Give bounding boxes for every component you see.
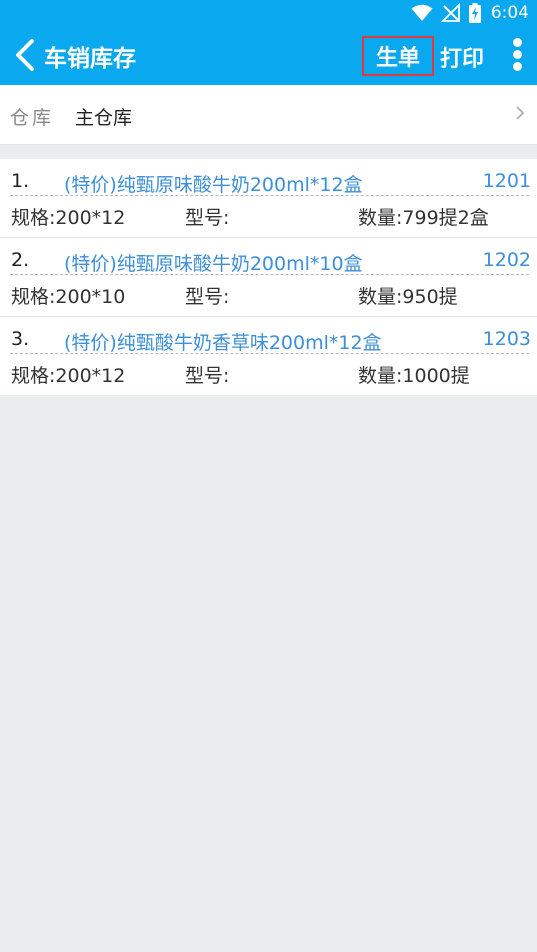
more-vert-icon [508, 38, 526, 71]
item-index: 1. [11, 170, 30, 192]
item-spec: 规格:200*10 [11, 286, 126, 308]
list-item[interactable]: 1. (特价)纯甄原味酸牛奶200ml*12盒 1201 规格:200*12 型… [0, 159, 537, 238]
item-spec: 规格:200*12 [11, 365, 126, 387]
status-time: 6:04 [490, 3, 529, 23]
divider [10, 274, 529, 275]
item-name: (特价)纯甄原味酸牛奶200ml*12盒 [64, 174, 363, 196]
inventory-list: 1. (特价)纯甄原味酸牛奶200ml*12盒 1201 规格:200*12 型… [0, 159, 537, 395]
print-button[interactable]: 打印 [440, 41, 484, 73]
chevron-right-icon [515, 105, 525, 125]
generate-order-button[interactable]: 生单 [362, 36, 434, 76]
item-code: 1203 [482, 328, 531, 350]
warehouse-value: 主仓库 [75, 107, 133, 129]
back-button[interactable] [12, 38, 38, 72]
divider [10, 353, 529, 354]
item-code: 1201 [482, 170, 531, 192]
list-item[interactable]: 3. (特价)纯甄酸牛奶香草味200ml*12盒 1203 规格:200*12 … [0, 317, 537, 395]
app-bar: 车销库存 生单 打印 [0, 26, 537, 85]
item-spec: 规格:200*12 [11, 207, 126, 229]
battery-charging-icon [468, 3, 481, 23]
item-name: (特价)纯甄原味酸牛奶200ml*10盒 [64, 253, 363, 275]
item-quantity: 数量:1000提 [358, 365, 470, 387]
warehouse-label: 仓库 [10, 107, 55, 129]
item-quantity: 数量:799提2盒 [358, 207, 489, 229]
wifi-icon [411, 4, 433, 22]
more-options-button[interactable] [508, 38, 526, 74]
item-quantity: 数量:950提 [358, 286, 458, 308]
item-model: 型号: [185, 207, 230, 229]
warehouse-selector[interactable]: 仓库 主仓库 [0, 85, 537, 145]
item-model: 型号: [185, 365, 230, 387]
item-index: 2. [11, 249, 30, 271]
list-item[interactable]: 2. (特价)纯甄原味酸牛奶200ml*10盒 1202 规格:200*10 型… [0, 238, 537, 317]
no-signal-icon [440, 3, 461, 23]
item-model: 型号: [185, 286, 230, 308]
item-name: (特价)纯甄酸牛奶香草味200ml*12盒 [64, 332, 382, 354]
divider [10, 195, 529, 196]
item-index: 3. [11, 328, 30, 350]
page-title: 车销库存 [44, 46, 136, 72]
back-arrow-icon [16, 39, 34, 71]
item-code: 1202 [482, 249, 531, 271]
status-bar: 6:04 [0, 0, 537, 26]
